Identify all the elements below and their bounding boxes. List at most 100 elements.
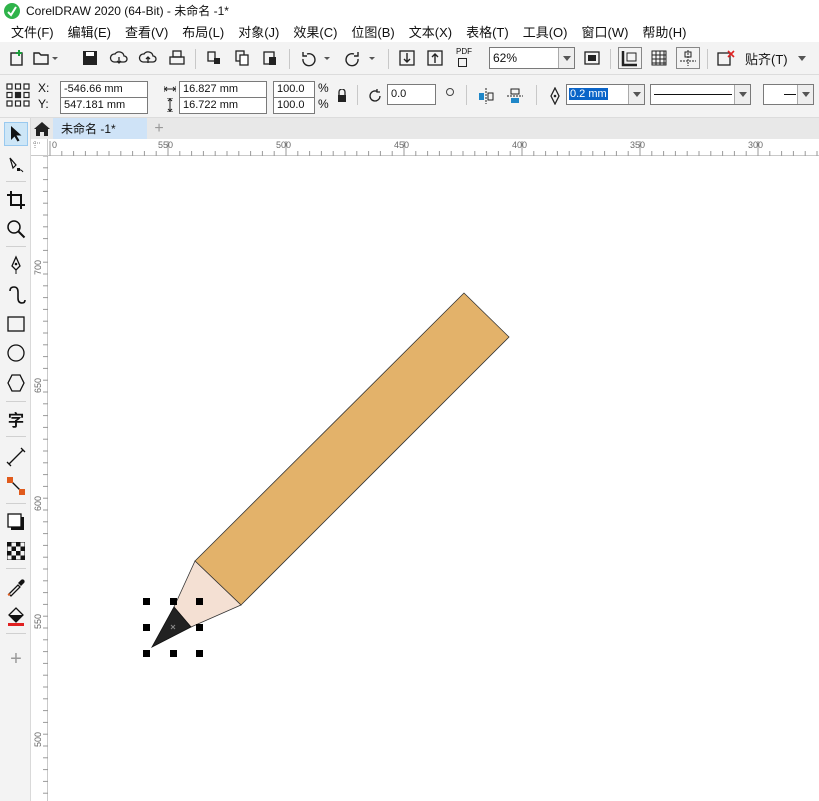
artistic-media-tool[interactable] bbox=[4, 283, 28, 307]
drawing-canvas[interactable] bbox=[48, 156, 819, 801]
pencil-body[interactable] bbox=[194, 292, 510, 606]
print-button[interactable] bbox=[166, 47, 188, 69]
save-button[interactable] bbox=[80, 47, 100, 69]
dimension-tool[interactable] bbox=[4, 445, 28, 469]
shape-tool[interactable] bbox=[4, 153, 28, 177]
lock-ratio-icon[interactable] bbox=[337, 89, 347, 103]
selection-handle-bottom-right[interactable] bbox=[196, 650, 203, 657]
pick-tool[interactable] bbox=[4, 122, 28, 146]
show-guidelines-button[interactable] bbox=[676, 47, 700, 69]
selection-handle-bottom-center[interactable] bbox=[170, 650, 177, 657]
show-rulers-button[interactable] bbox=[618, 47, 642, 69]
toolbox-divider bbox=[6, 633, 26, 634]
toolbox-divider bbox=[6, 503, 26, 504]
undo-icon bbox=[302, 52, 330, 67]
text-tool[interactable]: 字 bbox=[4, 407, 28, 431]
menu-layout[interactable]: 布局(L) bbox=[175, 22, 231, 41]
copy-button[interactable] bbox=[231, 47, 253, 69]
snap-to-dropdown[interactable]: 贴齐(T) bbox=[745, 47, 809, 69]
cloud-download-button[interactable] bbox=[108, 47, 130, 69]
vertical-ruler[interactable]: 700 650 600 550 500 bbox=[31, 156, 48, 801]
horizontal-ruler[interactable]: 0 550 500 450 400 350 300 bbox=[48, 139, 819, 156]
x-position-field[interactable]: -546.66 mm bbox=[60, 81, 148, 98]
new-document-button[interactable] bbox=[6, 47, 28, 69]
zoom-level-field[interactable]: 62% bbox=[489, 47, 575, 69]
outline-width-field[interactable]: 0.2 mm bbox=[566, 84, 645, 105]
toolbox: 字 + bbox=[0, 118, 31, 801]
new-document-tab-button[interactable]: + bbox=[149, 118, 169, 139]
cloud-upload-button[interactable] bbox=[137, 47, 159, 69]
freehand-tool[interactable] bbox=[4, 253, 28, 277]
zoom-tool[interactable] bbox=[4, 217, 28, 241]
toolbar-divider bbox=[536, 85, 537, 105]
connector-tool[interactable] bbox=[4, 474, 28, 498]
eyedropper-tool[interactable] bbox=[4, 575, 28, 599]
redo-button[interactable] bbox=[342, 47, 380, 69]
menu-tools[interactable]: 工具(O) bbox=[516, 22, 575, 41]
customize-toolbox-button[interactable]: + bbox=[4, 647, 28, 671]
selection-handle-bottom-left[interactable] bbox=[143, 650, 150, 657]
line-style-dropdown[interactable] bbox=[734, 85, 750, 104]
import-button[interactable] bbox=[396, 47, 418, 69]
arrowhead-dropdown[interactable] bbox=[797, 85, 813, 104]
rotation-angle-field[interactable]: 0.0 bbox=[387, 84, 436, 105]
paste-button[interactable] bbox=[259, 47, 281, 69]
snap-off-button[interactable] bbox=[714, 47, 738, 69]
selection-handle-middle-left[interactable] bbox=[143, 624, 150, 631]
welcome-tab[interactable] bbox=[31, 118, 53, 139]
ruler-origin-icon bbox=[33, 141, 40, 148]
undo-button[interactable] bbox=[297, 47, 335, 69]
menu-help[interactable]: 帮助(H) bbox=[635, 22, 693, 41]
menu-effects[interactable]: 效果(C) bbox=[286, 22, 344, 41]
line-style-preview bbox=[654, 94, 732, 95]
export-button[interactable] bbox=[424, 47, 446, 69]
connector-tool-icon bbox=[7, 477, 25, 495]
scale-x-field[interactable]: 100.0 bbox=[273, 81, 315, 98]
outline-width-dropdown[interactable] bbox=[628, 85, 644, 104]
tab-document[interactable]: 未命名 -1* bbox=[53, 118, 147, 139]
height-field[interactable]: 16.722 mm bbox=[179, 97, 267, 114]
y-position-field[interactable]: 547.181 mm bbox=[60, 97, 148, 114]
ellipse-tool[interactable] bbox=[4, 341, 28, 365]
rectangle-tool[interactable] bbox=[4, 312, 28, 336]
menu-view[interactable]: 查看(V) bbox=[118, 22, 175, 41]
object-origin-icon[interactable] bbox=[6, 83, 30, 107]
crop-tool[interactable] bbox=[4, 188, 28, 212]
transparency-tool[interactable] bbox=[4, 539, 28, 563]
v-ruler-label: 600 bbox=[33, 495, 43, 511]
zoom-dropdown-button[interactable] bbox=[558, 48, 574, 68]
menu-window[interactable]: 窗口(W) bbox=[574, 22, 635, 41]
selection-handle-top-center[interactable] bbox=[170, 598, 177, 605]
publish-pdf-button[interactable]: PDF bbox=[453, 47, 477, 69]
selection-handle-top-right[interactable] bbox=[196, 598, 203, 605]
ruler-origin[interactable] bbox=[31, 139, 48, 156]
cut-button[interactable] bbox=[203, 47, 225, 69]
selection-handle-top-left[interactable] bbox=[143, 598, 150, 605]
line-style-selector[interactable] bbox=[650, 84, 751, 105]
interactive-fill-tool[interactable] bbox=[4, 604, 28, 628]
degree-symbol-icon bbox=[446, 88, 454, 96]
menu-bitmaps[interactable]: 位图(B) bbox=[344, 22, 401, 41]
polygon-tool[interactable] bbox=[4, 371, 28, 395]
menu-table[interactable]: 表格(T) bbox=[459, 22, 516, 41]
toolbar-divider bbox=[195, 49, 196, 69]
v-ruler-label: 550 bbox=[33, 613, 43, 629]
selection-handle-middle-right[interactable] bbox=[196, 624, 203, 631]
start-arrowhead-selector[interactable] bbox=[763, 84, 814, 105]
rectangle-tool-icon bbox=[7, 316, 25, 332]
toolbox-divider bbox=[6, 568, 26, 569]
mirror-horizontal-icon[interactable] bbox=[477, 87, 495, 105]
menu-edit[interactable]: 编辑(E) bbox=[61, 22, 118, 41]
menu-file[interactable]: 文件(F) bbox=[4, 22, 61, 41]
full-screen-preview-button[interactable] bbox=[581, 47, 603, 69]
show-grid-button[interactable] bbox=[647, 47, 671, 69]
full-screen-icon bbox=[584, 51, 600, 65]
scale-y-field[interactable]: 100.0 bbox=[273, 97, 315, 114]
width-field[interactable]: 16.827 mm bbox=[179, 81, 267, 98]
mirror-vertical-icon[interactable] bbox=[506, 87, 524, 105]
open-button[interactable] bbox=[32, 47, 58, 69]
menu-object[interactable]: 对象(J) bbox=[231, 22, 286, 41]
drop-shadow-tool[interactable] bbox=[4, 510, 28, 534]
width-icon bbox=[164, 86, 176, 92]
menu-text[interactable]: 文本(X) bbox=[402, 22, 459, 41]
